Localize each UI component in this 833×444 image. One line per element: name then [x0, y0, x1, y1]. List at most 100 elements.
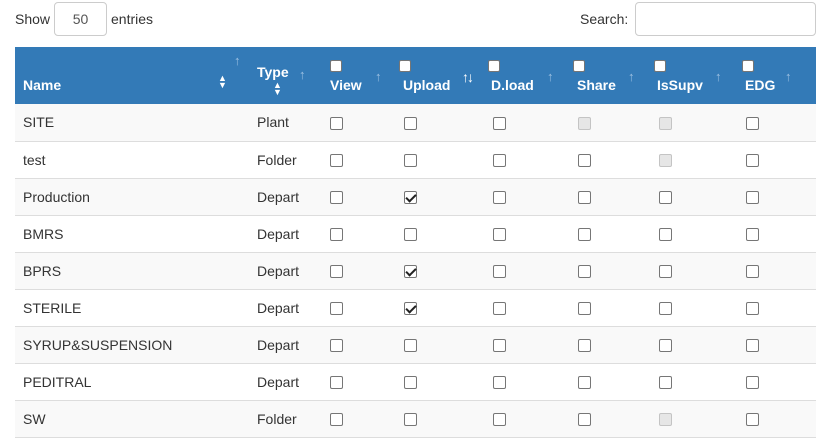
view-checkbox[interactable]: [330, 376, 343, 390]
issupv-checkbox[interactable]: [659, 265, 672, 279]
cell-share: [567, 141, 648, 178]
upload-checkbox[interactable]: [404, 117, 417, 131]
issupv-checkbox[interactable]: [659, 339, 672, 353]
issupv-checkbox: [659, 154, 672, 168]
column-label: EDG: [745, 77, 776, 93]
table-body: SITE Plant test Folder Production Depart BMRS D…: [15, 104, 816, 437]
edg-checkbox[interactable]: [746, 154, 759, 168]
upload-checkbox[interactable]: [404, 154, 417, 168]
share-checkbox[interactable]: [578, 154, 591, 168]
view-checkbox[interactable]: [330, 191, 343, 205]
table-row: PEDITRAL Depart: [15, 363, 816, 400]
row-name: SITE: [23, 114, 55, 131]
column-label: D.load: [491, 77, 534, 93]
dload-checkbox[interactable]: [493, 339, 506, 353]
column-header-share[interactable]: Share ↑: [567, 47, 648, 104]
select-all-issupv-checkbox[interactable]: [654, 60, 666, 72]
edg-checkbox[interactable]: [746, 265, 759, 279]
edg-checkbox[interactable]: [746, 413, 759, 427]
view-checkbox[interactable]: [330, 339, 343, 353]
issupv-checkbox[interactable]: [659, 191, 672, 205]
issupv-checkbox[interactable]: [659, 228, 672, 242]
share-checkbox[interactable]: [578, 228, 591, 242]
dload-checkbox[interactable]: [493, 191, 506, 205]
upload-checkbox[interactable]: [404, 191, 417, 205]
share-checkbox[interactable]: [578, 339, 591, 353]
entries-per-page-select[interactable]: 50: [54, 2, 107, 36]
cell-share: [567, 178, 648, 215]
row-type: Depart: [257, 299, 300, 316]
table-row: STERILE Depart: [15, 289, 816, 326]
dload-checkbox[interactable]: [493, 413, 506, 427]
cell-issupv: [648, 363, 735, 400]
select-all-view-checkbox[interactable]: [330, 60, 342, 72]
share-checkbox: [578, 117, 591, 131]
dload-checkbox[interactable]: [493, 228, 506, 242]
cell-dload: [482, 252, 567, 289]
view-checkbox[interactable]: [330, 302, 343, 316]
dload-checkbox[interactable]: [493, 154, 506, 168]
edg-checkbox[interactable]: [746, 376, 759, 390]
row-type: Plant: [257, 114, 289, 131]
dload-checkbox[interactable]: [493, 117, 506, 131]
row-name: SYRUP&SUSPENSION: [23, 336, 173, 353]
share-checkbox[interactable]: [578, 302, 591, 316]
row-name: test: [23, 151, 46, 168]
dload-checkbox[interactable]: [493, 265, 506, 279]
view-checkbox[interactable]: [330, 117, 343, 131]
cell-issupv: [648, 141, 735, 178]
issupv-checkbox[interactable]: [659, 302, 672, 316]
column-header-view[interactable]: View ↑: [319, 47, 393, 104]
share-checkbox[interactable]: [578, 376, 591, 390]
upload-checkbox[interactable]: [404, 376, 417, 390]
share-checkbox[interactable]: [578, 413, 591, 427]
upload-checkbox[interactable]: [404, 228, 417, 242]
column-header-name[interactable]: Name ↑ ▲ ▼: [15, 47, 249, 104]
edg-checkbox[interactable]: [746, 339, 759, 353]
cell-edg: [735, 326, 816, 363]
row-type: Depart: [257, 336, 300, 353]
cell-share: [567, 363, 648, 400]
upload-checkbox[interactable]: [404, 339, 417, 353]
column-header-edg[interactable]: EDG ↑: [735, 47, 816, 104]
cell-upload: [393, 252, 482, 289]
cell-share: [567, 215, 648, 252]
edg-checkbox[interactable]: [746, 302, 759, 316]
select-all-upload-checkbox[interactable]: [399, 60, 411, 72]
issupv-checkbox[interactable]: [659, 376, 672, 390]
edg-checkbox[interactable]: [746, 191, 759, 205]
cell-view: [319, 400, 393, 437]
column-header-type[interactable]: Type ↑ ▲ ▼: [249, 47, 319, 104]
cell-dload: [482, 400, 567, 437]
upload-checkbox[interactable]: [404, 265, 417, 279]
cell-share: [567, 326, 648, 363]
share-checkbox[interactable]: [578, 265, 591, 279]
row-name: SW: [23, 410, 46, 427]
select-all-dload-checkbox[interactable]: [488, 60, 500, 72]
search-label: Search:: [580, 11, 629, 27]
edg-checkbox[interactable]: [746, 117, 759, 131]
column-header-dload[interactable]: D.load ↑: [482, 47, 567, 104]
select-all-edg-checkbox[interactable]: [742, 60, 754, 72]
search-input[interactable]: [635, 2, 816, 36]
column-header-issupv[interactable]: IsSupv ↑: [648, 47, 735, 104]
view-checkbox[interactable]: [330, 228, 343, 242]
view-checkbox[interactable]: [330, 265, 343, 279]
select-all-share-checkbox[interactable]: [573, 60, 585, 72]
view-checkbox[interactable]: [330, 413, 343, 427]
dload-checkbox[interactable]: [493, 302, 506, 316]
cell-issupv: [648, 252, 735, 289]
share-checkbox[interactable]: [578, 191, 591, 205]
edg-checkbox[interactable]: [746, 228, 759, 242]
table-row: SW Folder: [15, 400, 816, 437]
upload-checkbox[interactable]: [404, 302, 417, 316]
sort-asc-icon: ↑: [299, 67, 306, 82]
entries-label: entries: [111, 11, 154, 27]
dload-checkbox[interactable]: [493, 376, 506, 390]
cell-view: [319, 326, 393, 363]
upload-checkbox[interactable]: [404, 413, 417, 427]
view-checkbox[interactable]: [330, 154, 343, 168]
cell-view: [319, 289, 393, 326]
column-header-upload[interactable]: Upload ↑↓: [393, 47, 482, 104]
show-label: Show: [15, 11, 51, 27]
